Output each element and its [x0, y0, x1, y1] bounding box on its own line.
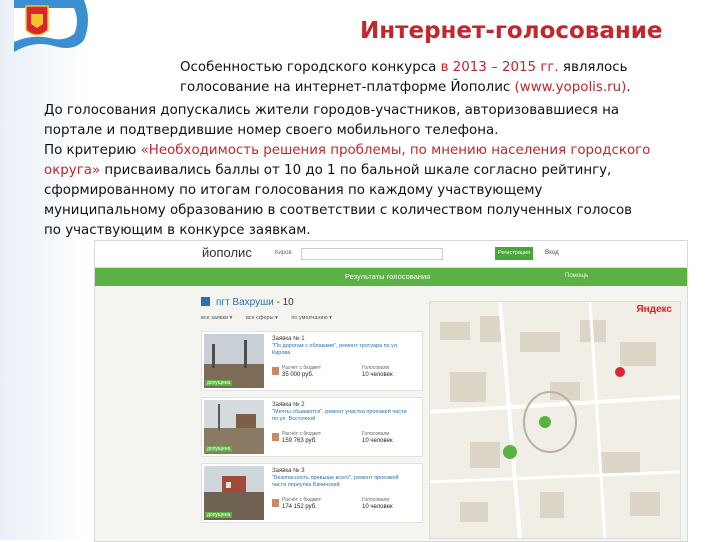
cost-label: Расчёт с бюджет [282, 365, 322, 371]
application-title[interactable]: "Мечты сбываются", ремонт участка проезж… [272, 409, 412, 423]
application-number: Заявка № 1 [272, 336, 305, 342]
cost-value: 35 000 руб. [282, 372, 314, 378]
application-title[interactable]: "По дорогам с облаками", ремонт тротуара… [272, 343, 412, 357]
place-count: - 10 [276, 297, 294, 308]
body-text: округа» [44, 163, 101, 178]
body-line: сформированному по итогам голосования по… [44, 181, 714, 201]
map-provider-logo: Яндекс [636, 304, 672, 315]
site-header: йополис Киров Регистрация Вход [95, 241, 687, 268]
body-paragraph: До голосования допускались жители городо… [44, 101, 714, 241]
body-line: По критерию «Необходимость решения пробл… [44, 141, 714, 161]
cost-label: Расчёт с бюджет [282, 431, 322, 437]
status-badge: допущена [205, 446, 233, 452]
coin-icon [272, 499, 279, 507]
application-card[interactable]: допущена Заявка № 1 "По дорогам с облака… [201, 331, 423, 391]
coin-icon [272, 433, 279, 441]
help-link[interactable]: Помощь [565, 273, 588, 279]
application-number: Заявка № 3 [272, 468, 305, 474]
map-panel[interactable]: Яндекс [429, 301, 681, 539]
intro-line: голосование на интернет-платформе Йополи… [180, 78, 700, 98]
body-text: портале и подтвердившие номер своего моб… [44, 123, 499, 138]
votes-value: 10 человек [362, 372, 393, 378]
intro-text: (www.yopolis.ru) [514, 80, 627, 95]
status-badge: допущена [205, 380, 233, 386]
intro-text: голосование на интернет-платформе Йополи… [180, 80, 515, 95]
results-heading: пгт Вахруши - 10 [201, 297, 294, 308]
body-text: До голосования допускались жители городо… [44, 103, 620, 118]
votes-label: Голосовали [362, 365, 390, 371]
body-text: По критерию [44, 143, 141, 158]
application-title[interactable]: "Безопасность превыше всего", ремонт про… [272, 475, 412, 489]
filter-applications[interactable]: все заявки ▾ [201, 315, 232, 321]
application-card[interactable]: допущена Заявка № 2 "Мечты сбываются", р… [201, 397, 423, 457]
left-gradient-background [0, 0, 90, 540]
map-graphic [429, 301, 681, 539]
body-text: сформированному по итогам голосования по… [44, 183, 543, 198]
body-text: «Необходимость решения проблемы, по мнен… [140, 143, 651, 158]
yopolis-screenshot: йополис Киров Регистрация Вход Результат… [94, 240, 688, 542]
filter-sort[interactable]: по умолчанию ▾ [291, 315, 332, 321]
body-line: округа» присваивались баллы от 10 до 1 п… [44, 161, 714, 181]
application-card[interactable]: допущена Заявка № 3 "Безопасность превыш… [201, 463, 423, 523]
filter-spheres[interactable]: все сферы ▾ [246, 315, 278, 321]
coin-icon [272, 367, 279, 375]
body-text: присваивались баллы от 10 до 1 по бально… [100, 163, 612, 178]
application-number: Заявка № 2 [272, 402, 305, 408]
body-line: портале и подтвердившие номер своего моб… [44, 121, 714, 141]
kirov-emblem-flag [14, 0, 88, 52]
intro-text: . [626, 80, 631, 95]
place-name[interactable]: пгт Вахруши [216, 297, 274, 308]
votes-label: Голосовали [362, 497, 390, 503]
cost-value: 159 763 руб. [282, 438, 317, 444]
status-badge: допущена [205, 512, 233, 518]
body-text: муниципальному образованию в соответстви… [44, 203, 633, 218]
intro-text: в 2013 – 2015 гг. [440, 60, 559, 75]
intro-paragraph: Особенностью городского конкурса в 2013 … [180, 58, 700, 98]
search-input[interactable] [301, 248, 443, 260]
list-icon [201, 297, 210, 306]
login-link[interactable]: Вход [545, 250, 559, 256]
votes-value: 10 человек [362, 504, 393, 510]
filters-row: все заявки ▾ все сферы ▾ по умолчанию ▾ [201, 315, 344, 321]
city-selector[interactable]: Киров [275, 250, 292, 256]
body-text: по участвующим в конкурсе заявкам. [44, 223, 311, 238]
intro-line: Особенностью городского конкурса в 2013 … [180, 58, 700, 78]
slide-title: Интернет-голосование [360, 18, 663, 44]
results-tab[interactable]: Результаты голосования [345, 272, 430, 281]
votes-label: Голосовали [362, 431, 390, 437]
body-line: муниципальному образованию в соответстви… [44, 201, 714, 221]
cost-value: 174 152 руб. [282, 504, 317, 510]
votes-value: 10 человек [362, 438, 393, 444]
body-line: До голосования допускались жители городо… [44, 101, 714, 121]
site-logo[interactable]: йополис [202, 245, 252, 260]
body-line: по участвующим в конкурсе заявкам. [44, 221, 714, 241]
intro-text: являлось [558, 60, 628, 75]
register-button[interactable]: Регистрация [495, 247, 533, 260]
cost-label: Расчёт с бюджет [282, 497, 322, 503]
intro-text: Особенностью городского конкурса [180, 60, 441, 75]
